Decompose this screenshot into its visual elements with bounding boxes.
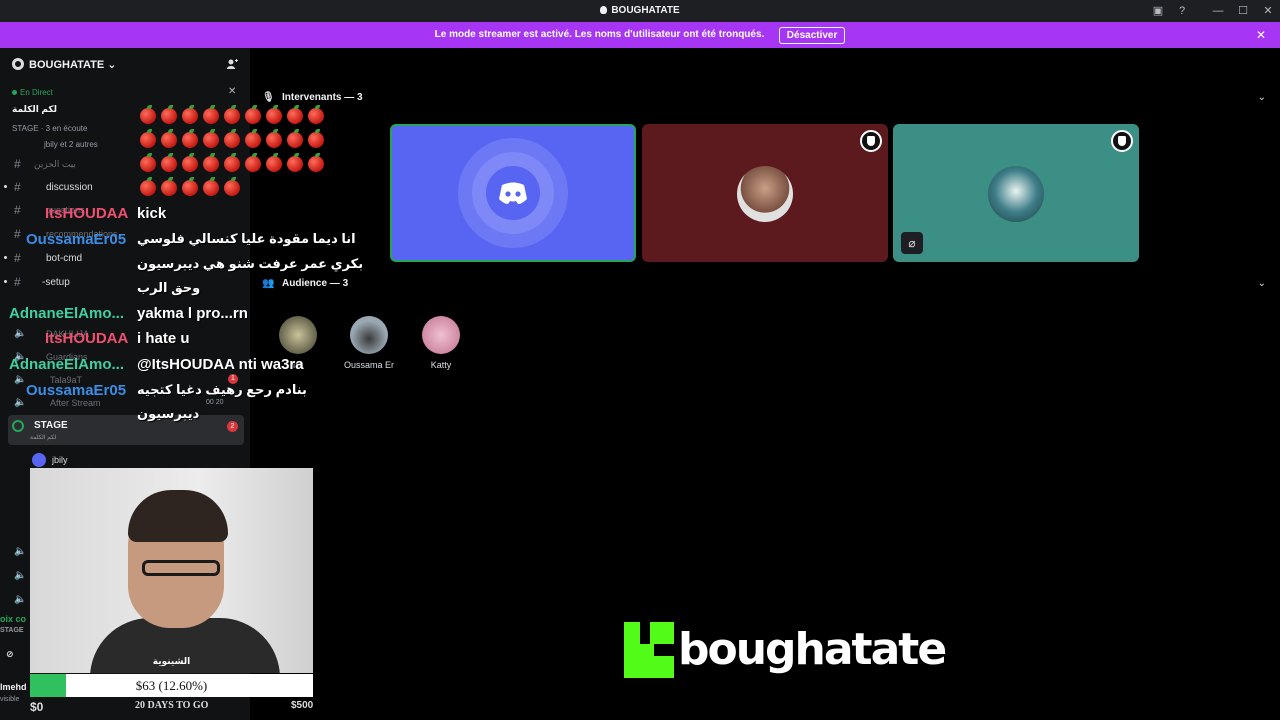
emote-row xyxy=(140,105,329,127)
user-status: visible xyxy=(0,696,20,703)
apple-emote-icon xyxy=(224,105,240,124)
apple-emote-icon xyxy=(266,153,282,172)
apple-emote-icon xyxy=(266,129,282,148)
voice-status-text: oix co xyxy=(0,614,27,624)
apple-emote-icon xyxy=(182,177,198,196)
apple-emote-icon xyxy=(161,153,177,172)
webcam-overlay: الشينوية xyxy=(30,468,313,673)
apple-emote-icon xyxy=(203,129,219,148)
emote-row xyxy=(140,129,329,151)
chat-text: yakma l pro...rn xyxy=(137,305,248,322)
shirt-logo-text: الشينوية xyxy=(152,656,191,666)
apple-emote-icon xyxy=(161,129,177,148)
apple-emote-icon xyxy=(308,153,324,172)
speaker-tile[interactable] xyxy=(642,124,888,262)
stage-member[interactable]: jbily xyxy=(32,453,68,467)
goal-amount: $63 (12.60%) xyxy=(135,678,208,693)
close-banner-icon[interactable]: ✕ xyxy=(1256,28,1266,42)
avatar xyxy=(988,166,1044,222)
apple-emote-icon xyxy=(224,177,240,196)
apple-emote-icon xyxy=(287,105,303,124)
voice-status-sub: STAGE xyxy=(0,627,24,634)
chat-username: OussamaEr05 xyxy=(26,231,127,248)
donation-goal-bar: $63 (12.60%) xyxy=(30,674,313,697)
help-icon[interactable]: ? xyxy=(1174,3,1190,19)
chat-text: ديبرسيون xyxy=(137,406,200,421)
muted-mic-icon: ⌀ xyxy=(901,232,923,254)
apple-emote-icon xyxy=(287,153,303,172)
chat-username: AdnaneElAmo... xyxy=(9,356,125,373)
speaker-icon: 🔈 xyxy=(14,594,27,605)
apple-emote-icon xyxy=(245,105,261,124)
apple-emote-icon xyxy=(203,153,219,172)
disable-streamer-button[interactable]: Désactiver xyxy=(778,27,846,44)
goal-days: 20 DAYS TO GO xyxy=(135,700,209,711)
chevron-down-icon[interactable]: ⌄ xyxy=(1258,92,1266,103)
chat-username: OussamaEr05 xyxy=(26,382,127,399)
apple-emote-icon xyxy=(182,153,198,172)
apple-emote-icon xyxy=(245,129,261,148)
chat-text: i hate u xyxy=(137,330,190,347)
speaker-tile[interactable]: ⌀ xyxy=(893,124,1139,262)
apple-emote-icon xyxy=(308,129,324,148)
avatar xyxy=(32,453,46,467)
stream-chat-overlay: ItsHOUDAA kick OussamaEr05 انا ديما مقودة … xyxy=(0,0,400,440)
mute-icon[interactable]: ⊘ xyxy=(6,649,14,660)
goal-min: $0 xyxy=(30,700,44,714)
kick-channel-name: boughatate xyxy=(678,624,947,675)
audience-name: Katty xyxy=(430,360,452,370)
speaker-icon: 🔈 xyxy=(14,570,27,581)
apple-emote-icon xyxy=(245,153,261,172)
speaker-tile[interactable] xyxy=(390,124,636,262)
user-name-truncated: lmehd xyxy=(0,682,27,692)
window-title-text: BOUGHATATE xyxy=(611,5,680,16)
screen-share-icon[interactable]: ▣ xyxy=(1150,3,1166,19)
avatar xyxy=(422,316,460,354)
apple-emote-icon xyxy=(161,177,177,196)
apple-emote-icon xyxy=(287,129,303,148)
chat-text: انا ديما مقودة عليا كنسالي فلوسي xyxy=(137,231,356,246)
emote-row xyxy=(140,153,329,175)
goal-max: $500 xyxy=(291,700,314,711)
apple-emote-icon xyxy=(161,105,177,124)
apple-emote-icon xyxy=(203,105,219,124)
avatar xyxy=(737,166,793,222)
apple-emote-icon xyxy=(266,105,282,124)
apple-emote-icon xyxy=(203,177,219,196)
avatar xyxy=(486,166,540,220)
minimize-button[interactable]: — xyxy=(1210,3,1226,19)
moderator-badge-icon xyxy=(860,130,882,152)
emote-row xyxy=(140,177,245,199)
chat-username: AdnaneElAmo... xyxy=(9,305,125,322)
banner-message: Le mode streamer est activé. Les noms d'… xyxy=(434,29,765,40)
maximize-button[interactable]: ☐ xyxy=(1235,3,1251,19)
chat-text: وحق الرب xyxy=(137,280,201,295)
webcam-person-glasses xyxy=(142,560,220,576)
server-logo-icon xyxy=(600,6,608,14)
apple-emote-icon xyxy=(182,105,198,124)
close-window-button[interactable]: ✕ xyxy=(1260,3,1276,19)
apple-emote-icon xyxy=(140,129,156,148)
apple-emote-icon xyxy=(140,177,156,196)
apple-emote-icon xyxy=(224,153,240,172)
apple-emote-icon xyxy=(140,105,156,124)
discord-logo-icon xyxy=(499,182,527,204)
chat-text: بنادم رحع رهيف دغيا كتجيه xyxy=(137,382,307,397)
audience-member[interactable]: Katty xyxy=(411,316,471,370)
apple-emote-icon xyxy=(140,153,156,172)
kick-k-icon xyxy=(624,622,674,678)
chat-text: @ItsHOUDAA nti wa3ra xyxy=(137,356,304,373)
chat-text: بكري عمر عرفت شنو هي ديبرسيون xyxy=(137,256,364,271)
stage-view: 🎙 Intervenants — 3 ⌄ ⌀ 👥 Audience — 3 ⌄ na… xyxy=(250,48,1280,720)
chat-text: kick xyxy=(137,205,167,222)
apple-emote-icon xyxy=(308,105,324,124)
chevron-down-icon[interactable]: ⌄ xyxy=(1258,278,1266,289)
apple-emote-icon xyxy=(224,129,240,148)
chat-username: ItsHOUDAA xyxy=(45,330,129,347)
apple-emote-icon xyxy=(182,129,198,148)
chat-username: ItsHOUDAA xyxy=(45,205,129,222)
speaker-icon: 🔈 xyxy=(14,546,27,557)
member-name: jbily xyxy=(52,455,68,465)
moderator-badge-icon xyxy=(1111,130,1133,152)
